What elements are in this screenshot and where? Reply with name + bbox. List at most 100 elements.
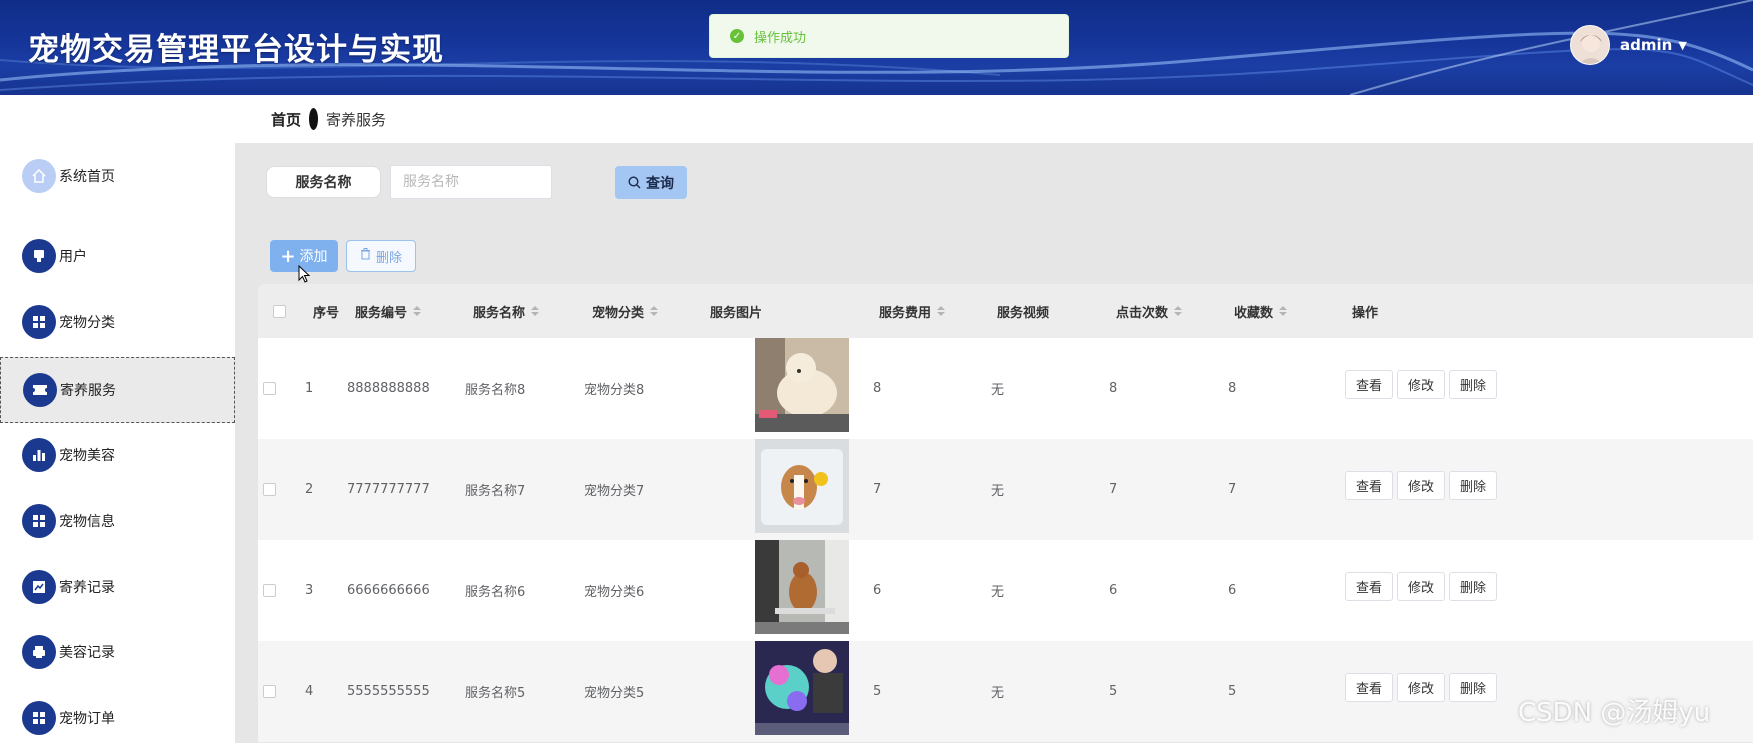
column-header-category[interactable]: 宠物分类 [592, 284, 659, 338]
grid-icon [22, 305, 56, 339]
query-button-label: 查询 [646, 175, 674, 192]
ticket-icon [23, 373, 57, 407]
breadcrumb-home[interactable]: 首页 [271, 109, 301, 130]
cell-clicks: 6 [1109, 583, 1118, 598]
breadcrumb: 首页 寄养服务 [235, 95, 1753, 143]
edit-button[interactable]: 修改 [1397, 370, 1445, 399]
success-toast: ✓ 操作成功 [709, 14, 1069, 58]
app-title: 宠物交易管理平台设计与实现 [28, 32, 444, 68]
row-checkbox[interactable] [263, 540, 276, 641]
toast-message: 操作成功 [754, 30, 807, 46]
sidebar-item-pet-orders[interactable]: 宠物订单 [0, 685, 235, 751]
batch-delete-label: 删除 [375, 250, 402, 266]
row-checkbox[interactable] [263, 338, 276, 439]
cell-code: 8888888888 [347, 381, 430, 396]
cell-favorites: 8 [1228, 381, 1237, 396]
sidebar-item-label: 宠物订单 [59, 711, 115, 727]
edit-button[interactable]: 修改 [1397, 673, 1445, 702]
cell-code: 7777777777 [347, 482, 430, 497]
delete-button[interactable]: 删除 [1449, 370, 1497, 399]
delete-button[interactable]: 删除 [1449, 471, 1497, 500]
column-header-name[interactable]: 服务名称 [473, 284, 540, 338]
sort-icon[interactable] [531, 306, 540, 316]
service-image[interactable] [755, 540, 849, 634]
delete-button[interactable]: 删除 [1449, 572, 1497, 601]
cell-clicks: 8 [1109, 381, 1118, 396]
sidebar: 系统首页 用户 宠物分类 寄养服务 宠物美容 宠物信息 寄养记录 美容记录 宠物… [0, 95, 235, 743]
cell-category: 宠物分类8 [584, 383, 645, 398]
sidebar-item-label: 宠物分类 [59, 315, 115, 331]
view-button[interactable]: 查看 [1345, 572, 1393, 601]
grid-icon [22, 701, 56, 735]
check-circle-icon: ✓ [730, 29, 744, 43]
cell-fee: 8 [873, 381, 882, 396]
sidebar-item-label: 宠物美容 [59, 448, 115, 464]
edit-button[interactable]: 修改 [1397, 471, 1445, 500]
sidebar-item-boarding-records[interactable]: 寄养记录 [0, 554, 235, 620]
avatar[interactable] [1570, 25, 1610, 65]
cell-index: 2 [305, 482, 314, 497]
sort-icon[interactable] [1279, 306, 1288, 316]
sort-icon[interactable] [1174, 306, 1183, 316]
cell-favorites: 6 [1228, 583, 1237, 598]
printer-icon [22, 635, 56, 669]
search-field-label: 服务名称 [266, 166, 381, 198]
cell-clicks: 7 [1109, 482, 1118, 497]
sidebar-item-grooming-records[interactable]: 美容记录 [0, 619, 235, 685]
table-row: 2 7777777777 服务名称7 宠物分类7 7 无 7 7 查看 修改 删… [258, 439, 1753, 540]
column-header-fee[interactable]: 服务费用 [879, 284, 946, 338]
edit-button[interactable]: 修改 [1397, 572, 1445, 601]
column-header-favorites[interactable]: 收藏数 [1234, 284, 1288, 338]
username[interactable]: admin [1620, 36, 1672, 54]
sidebar-item-boarding-service[interactable]: 寄养服务 [0, 357, 235, 423]
sidebar-item-pet-grooming[interactable]: 宠物美容 [0, 422, 235, 488]
sort-icon[interactable] [937, 306, 946, 316]
cell-name: 服务名称7 [465, 484, 526, 499]
service-image[interactable] [755, 439, 849, 533]
main-content: 服务名称 查询 + 添加 删除 序号 服务编号 服务名称 宠物分类 服务图片 服… [235, 143, 1753, 743]
delete-button[interactable]: 删除 [1449, 673, 1497, 702]
column-header-actions: 操作 [1352, 305, 1379, 321]
sort-icon[interactable] [650, 306, 659, 316]
sidebar-item-label: 寄养记录 [59, 580, 115, 596]
plus-icon: + [280, 245, 296, 267]
search-input[interactable] [390, 165, 552, 199]
query-button[interactable]: 查询 [615, 166, 687, 199]
view-button[interactable]: 查看 [1345, 471, 1393, 500]
cell-video: 无 [991, 686, 1005, 701]
trash-icon [360, 248, 371, 264]
sidebar-item-label: 寄养服务 [60, 383, 116, 399]
sidebar-item-users[interactable]: 用户 [0, 223, 235, 289]
sidebar-item-home[interactable]: 系统首页 [0, 143, 235, 209]
select-all-checkbox[interactable] [273, 284, 286, 338]
add-button-label: 添加 [299, 249, 328, 265]
cell-index: 1 [305, 381, 314, 396]
service-image[interactable] [755, 641, 849, 735]
row-checkbox[interactable] [263, 641, 276, 742]
cell-clicks: 5 [1109, 684, 1118, 699]
sidebar-item-pet-category[interactable]: 宠物分类 [0, 289, 235, 355]
sidebar-item-label: 宠物信息 [59, 514, 115, 530]
grid-icon [22, 504, 56, 538]
cell-category: 宠物分类5 [584, 686, 645, 701]
sort-icon[interactable] [413, 306, 422, 316]
view-button[interactable]: 查看 [1345, 673, 1393, 702]
cell-favorites: 5 [1228, 684, 1237, 699]
bar-chart-icon [22, 438, 56, 472]
batch-delete-button[interactable]: 删除 [346, 240, 416, 272]
search-icon [628, 176, 641, 189]
chevron-down-icon[interactable]: ▼ [1678, 39, 1686, 52]
column-header-clicks[interactable]: 点击次数 [1116, 284, 1183, 338]
cell-index: 4 [305, 684, 314, 699]
user-menu[interactable]: admin ▼ [1570, 25, 1687, 65]
view-button[interactable]: 查看 [1345, 370, 1393, 399]
row-checkbox[interactable] [263, 439, 276, 540]
column-header-code[interactable]: 服务编号 [355, 284, 422, 338]
watermark: CSDN @汤姆yu [1518, 698, 1711, 728]
cell-category: 宠物分类7 [584, 484, 645, 499]
sidebar-item-pet-info[interactable]: 宠物信息 [0, 488, 235, 554]
breadcrumb-current: 寄养服务 [326, 110, 387, 129]
service-image[interactable] [755, 338, 849, 432]
line-chart-icon [22, 570, 56, 604]
home-icon [22, 159, 56, 193]
